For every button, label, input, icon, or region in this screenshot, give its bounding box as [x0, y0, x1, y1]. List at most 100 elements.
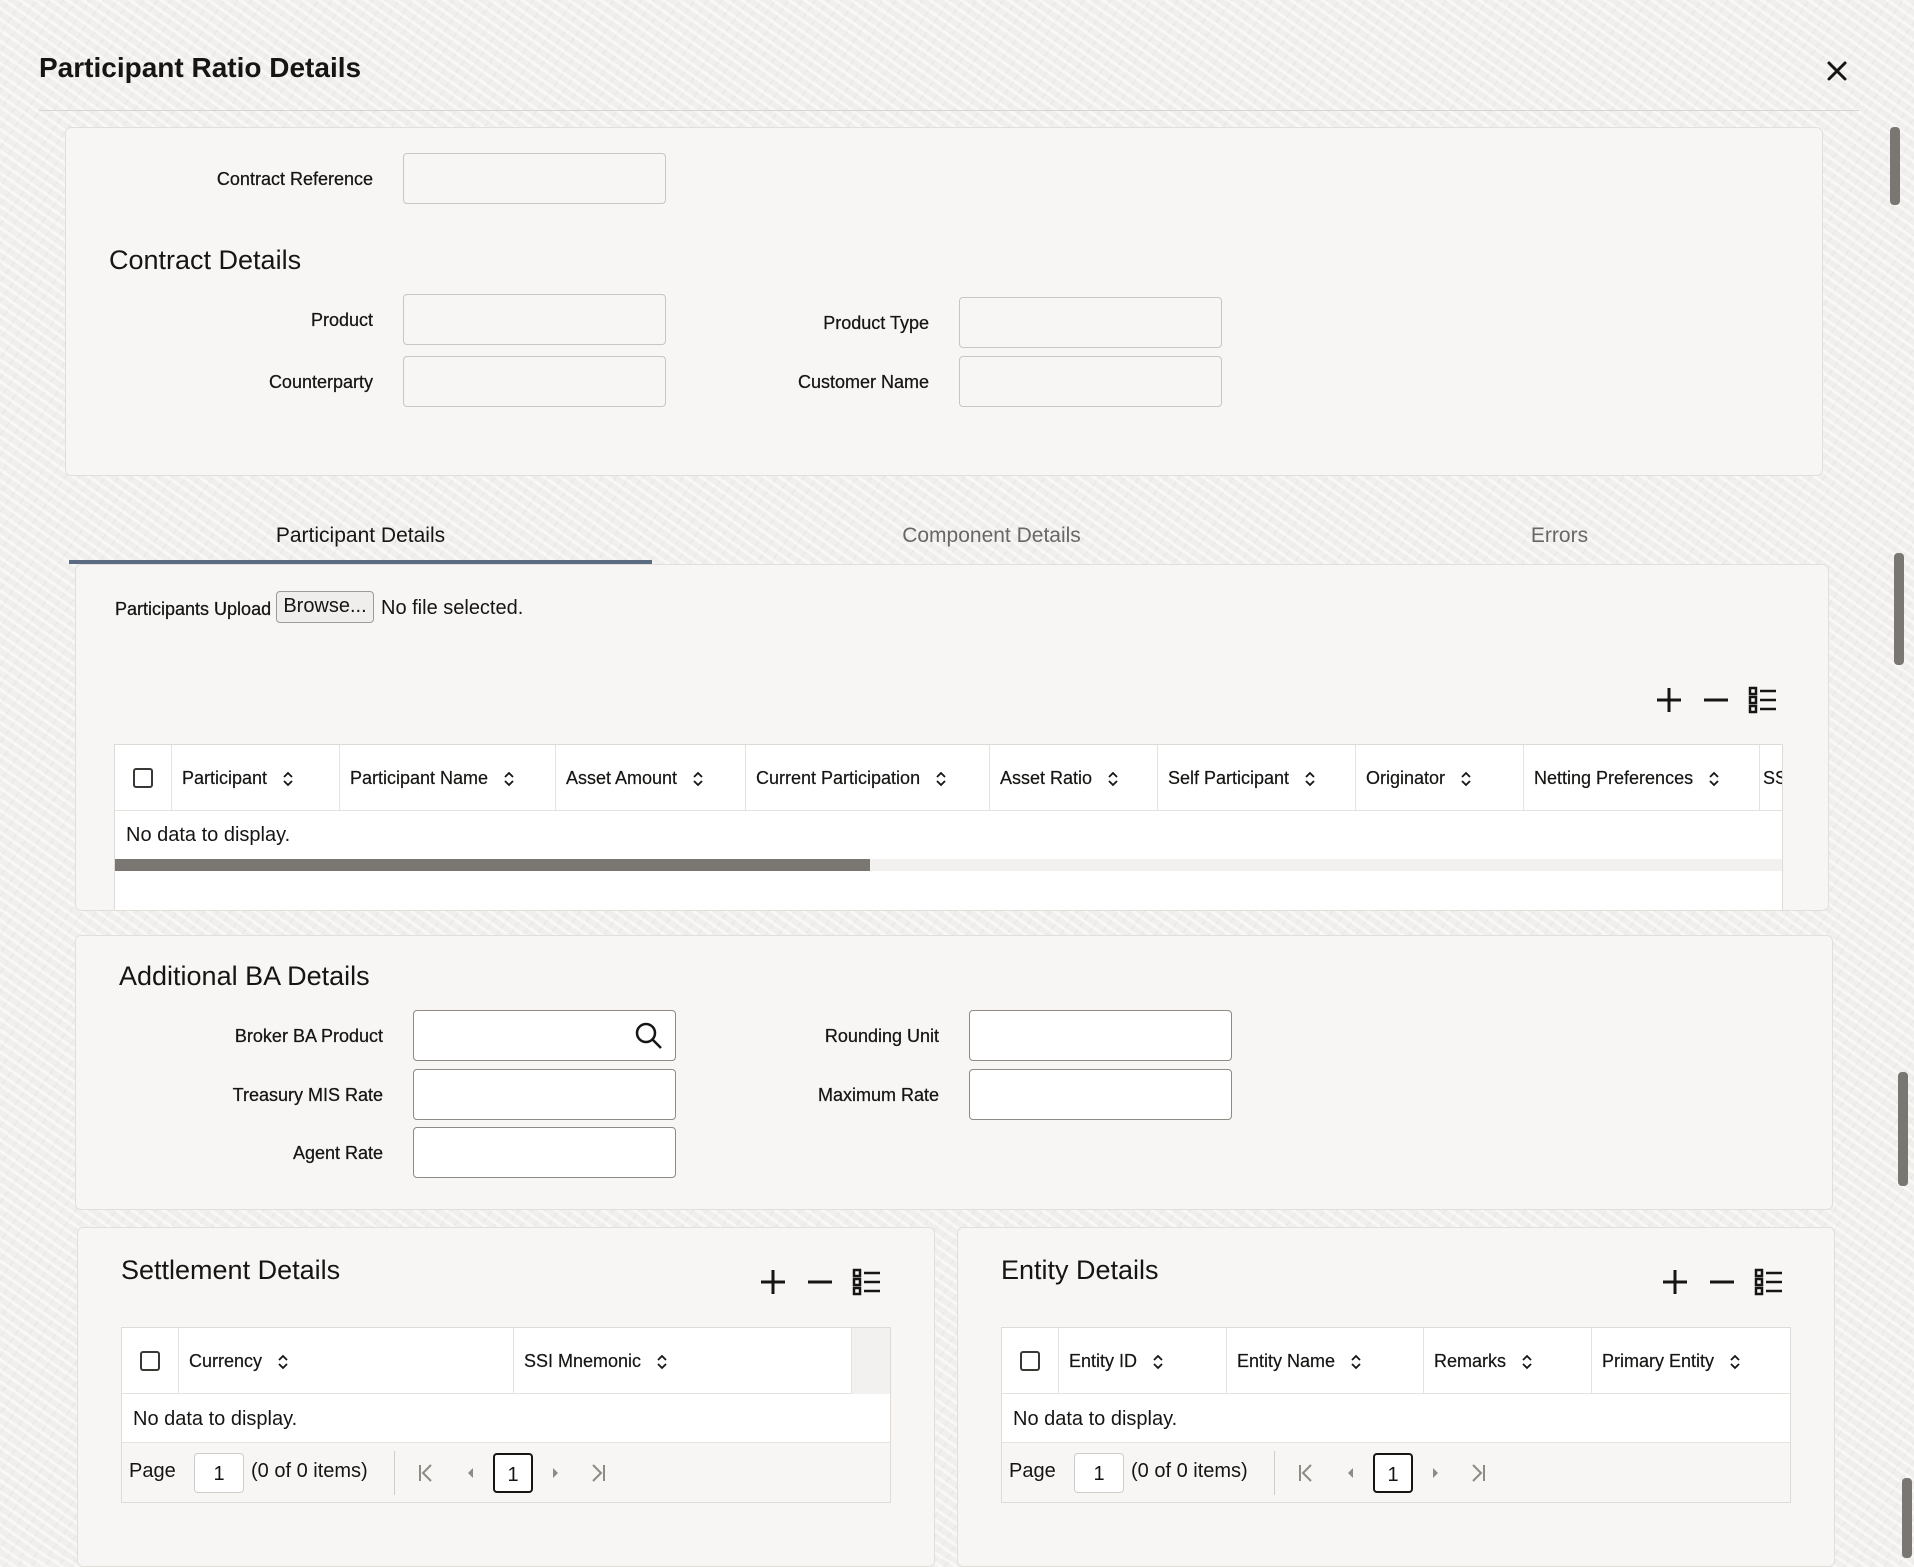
- col-participant-name[interactable]: Participant Name: [340, 745, 556, 811]
- agent-rate-label: Agent Rate: [292, 1143, 383, 1163]
- col-participant-name-label: Participant Name: [350, 768, 489, 788]
- last-page-icon[interactable]: [586, 1461, 610, 1485]
- agent-rate-input[interactable]: [413, 1127, 676, 1178]
- next-page-icon[interactable]: [543, 1461, 567, 1485]
- section-scrollbar[interactable]: [1898, 1072, 1908, 1186]
- close-icon[interactable]: [1820, 54, 1854, 88]
- column-list-icon[interactable]: [1752, 1265, 1786, 1299]
- entity-table: Entity ID Entity Name Remarks Primary En…: [1001, 1327, 1791, 1503]
- header-divider: [39, 110, 1859, 111]
- last-page-icon[interactable]: [1466, 1461, 1490, 1485]
- col-asset-ratio-label: Asset Ratio: [1000, 768, 1093, 788]
- col-asset-ratio[interactable]: Asset Ratio: [990, 745, 1158, 811]
- remove-icon[interactable]: [1705, 1265, 1739, 1299]
- entity-heading: Entity Details: [1001, 1255, 1159, 1285]
- col-currency[interactable]: Currency: [179, 1328, 514, 1394]
- col-originator-label: Originator: [1366, 768, 1446, 788]
- settlement-current-page[interactable]: 1: [493, 1453, 533, 1493]
- sort-icon: [278, 1354, 288, 1370]
- col-ss-label: SS: [1763, 768, 1782, 788]
- broker-ba-product-input[interactable]: [413, 1010, 676, 1061]
- tab-participant-details[interactable]: Participant Details: [69, 524, 652, 548]
- maximum-rate-label: Maximum Rate: [817, 1085, 939, 1105]
- settlement-panel: Settlement Details Currency SSI Mnemonic…: [77, 1227, 935, 1567]
- participants-table: Participant Participant Name Asset Amoun…: [114, 744, 1783, 910]
- sort-icon: [1522, 1354, 1532, 1370]
- settlement-heading: Settlement Details: [121, 1255, 341, 1285]
- col-self-participant[interactable]: Self Participant: [1158, 745, 1356, 811]
- settlement-no-data: No data to display.: [133, 1408, 298, 1430]
- col-netting-preferences[interactable]: Netting Preferences: [1524, 745, 1760, 811]
- column-list-icon[interactable]: [1746, 683, 1780, 717]
- col-asset-amount[interactable]: Asset Amount: [556, 745, 746, 811]
- product-type-input[interactable]: [959, 297, 1222, 348]
- col-asset-amount-label: Asset Amount: [566, 768, 678, 788]
- page-scrollbar[interactable]: [1890, 127, 1900, 205]
- select-all-checkbox[interactable]: [133, 768, 153, 788]
- bottom-scrollbar[interactable]: [1902, 1478, 1912, 1558]
- entity-select-all-cell: [1002, 1328, 1059, 1394]
- col-entity-id-label: Entity ID: [1069, 1351, 1138, 1371]
- col-originator[interactable]: Originator: [1356, 745, 1524, 811]
- product-label: Product: [310, 310, 373, 330]
- contract-reference-input[interactable]: [403, 153, 666, 204]
- col-current-participation-label: Current Participation: [756, 768, 921, 788]
- col-current-participation[interactable]: Current Participation: [746, 745, 990, 811]
- sort-icon: [1108, 771, 1118, 787]
- prev-page-icon[interactable]: [459, 1461, 483, 1485]
- sort-icon: [1153, 1354, 1163, 1370]
- participants-no-data: No data to display.: [126, 824, 291, 846]
- col-self-participant-label: Self Participant: [1168, 768, 1290, 788]
- tab-scrollbar[interactable]: [1894, 553, 1904, 665]
- col-entity-name-label: Entity Name: [1237, 1351, 1336, 1371]
- settlement-table: Currency SSI Mnemonic No data to display…: [121, 1327, 891, 1503]
- file-status-text: No file selected.: [381, 597, 524, 619]
- sort-icon: [657, 1354, 667, 1370]
- next-page-icon[interactable]: [1423, 1461, 1447, 1485]
- treasury-mis-rate-label: Treasury MIS Rate: [232, 1085, 384, 1105]
- col-remarks[interactable]: Remarks: [1424, 1328, 1592, 1394]
- customer-name-input[interactable]: [959, 356, 1222, 407]
- col-ss-truncated[interactable]: SS: [1760, 745, 1782, 811]
- prev-page-icon[interactable]: [1339, 1461, 1363, 1485]
- tab-errors[interactable]: Errors: [1268, 524, 1851, 548]
- col-entity-id[interactable]: Entity ID: [1059, 1328, 1227, 1394]
- sort-icon: [1709, 771, 1719, 787]
- rounding-unit-input[interactable]: [969, 1010, 1232, 1061]
- participants-hscroll-thumb[interactable]: [115, 859, 870, 871]
- entity-current-page[interactable]: 1: [1373, 1453, 1413, 1493]
- settlement-select-all-checkbox[interactable]: [140, 1351, 160, 1371]
- product-input[interactable]: [403, 294, 666, 345]
- settlement-page-input[interactable]: 1: [194, 1453, 244, 1493]
- add-icon[interactable]: [756, 1265, 790, 1299]
- first-page-icon[interactable]: [414, 1461, 438, 1485]
- sort-icon: [283, 771, 293, 787]
- counterparty-input[interactable]: [403, 356, 666, 407]
- entity-select-all-checkbox[interactable]: [1020, 1351, 1040, 1371]
- col-primary-entity[interactable]: Primary Entity: [1592, 1328, 1790, 1394]
- col-participant[interactable]: Participant: [172, 745, 340, 811]
- entity-page-input[interactable]: 1: [1074, 1453, 1124, 1493]
- entity-page-label: Page: [1009, 1460, 1056, 1482]
- search-icon[interactable]: [634, 1021, 664, 1051]
- browse-button[interactable]: Browse...: [276, 591, 374, 623]
- remove-icon[interactable]: [1699, 683, 1733, 717]
- settlement-header-filler: [852, 1328, 890, 1394]
- first-page-icon[interactable]: [1294, 1461, 1318, 1485]
- treasury-mis-rate-input[interactable]: [413, 1069, 676, 1120]
- settlement-header-row: Currency SSI Mnemonic: [122, 1328, 852, 1394]
- remove-icon[interactable]: [803, 1265, 837, 1299]
- broker-ba-product-label: Broker BA Product: [234, 1026, 383, 1046]
- add-icon[interactable]: [1652, 683, 1686, 717]
- maximum-rate-input[interactable]: [969, 1069, 1232, 1120]
- column-list-icon[interactable]: [850, 1265, 884, 1299]
- entity-no-data: No data to display.: [1013, 1408, 1178, 1430]
- sort-icon: [936, 771, 946, 787]
- col-remarks-label: Remarks: [1434, 1351, 1507, 1371]
- tab-component-details[interactable]: Component Details: [700, 524, 1283, 548]
- col-ssi-mnemonic[interactable]: SSI Mnemonic: [514, 1328, 852, 1394]
- entity-header-row: Entity ID Entity Name Remarks Primary En…: [1002, 1328, 1790, 1394]
- col-entity-name[interactable]: Entity Name: [1227, 1328, 1424, 1394]
- contract-reference-label: Contract Reference: [216, 169, 373, 189]
- add-icon[interactable]: [1658, 1265, 1692, 1299]
